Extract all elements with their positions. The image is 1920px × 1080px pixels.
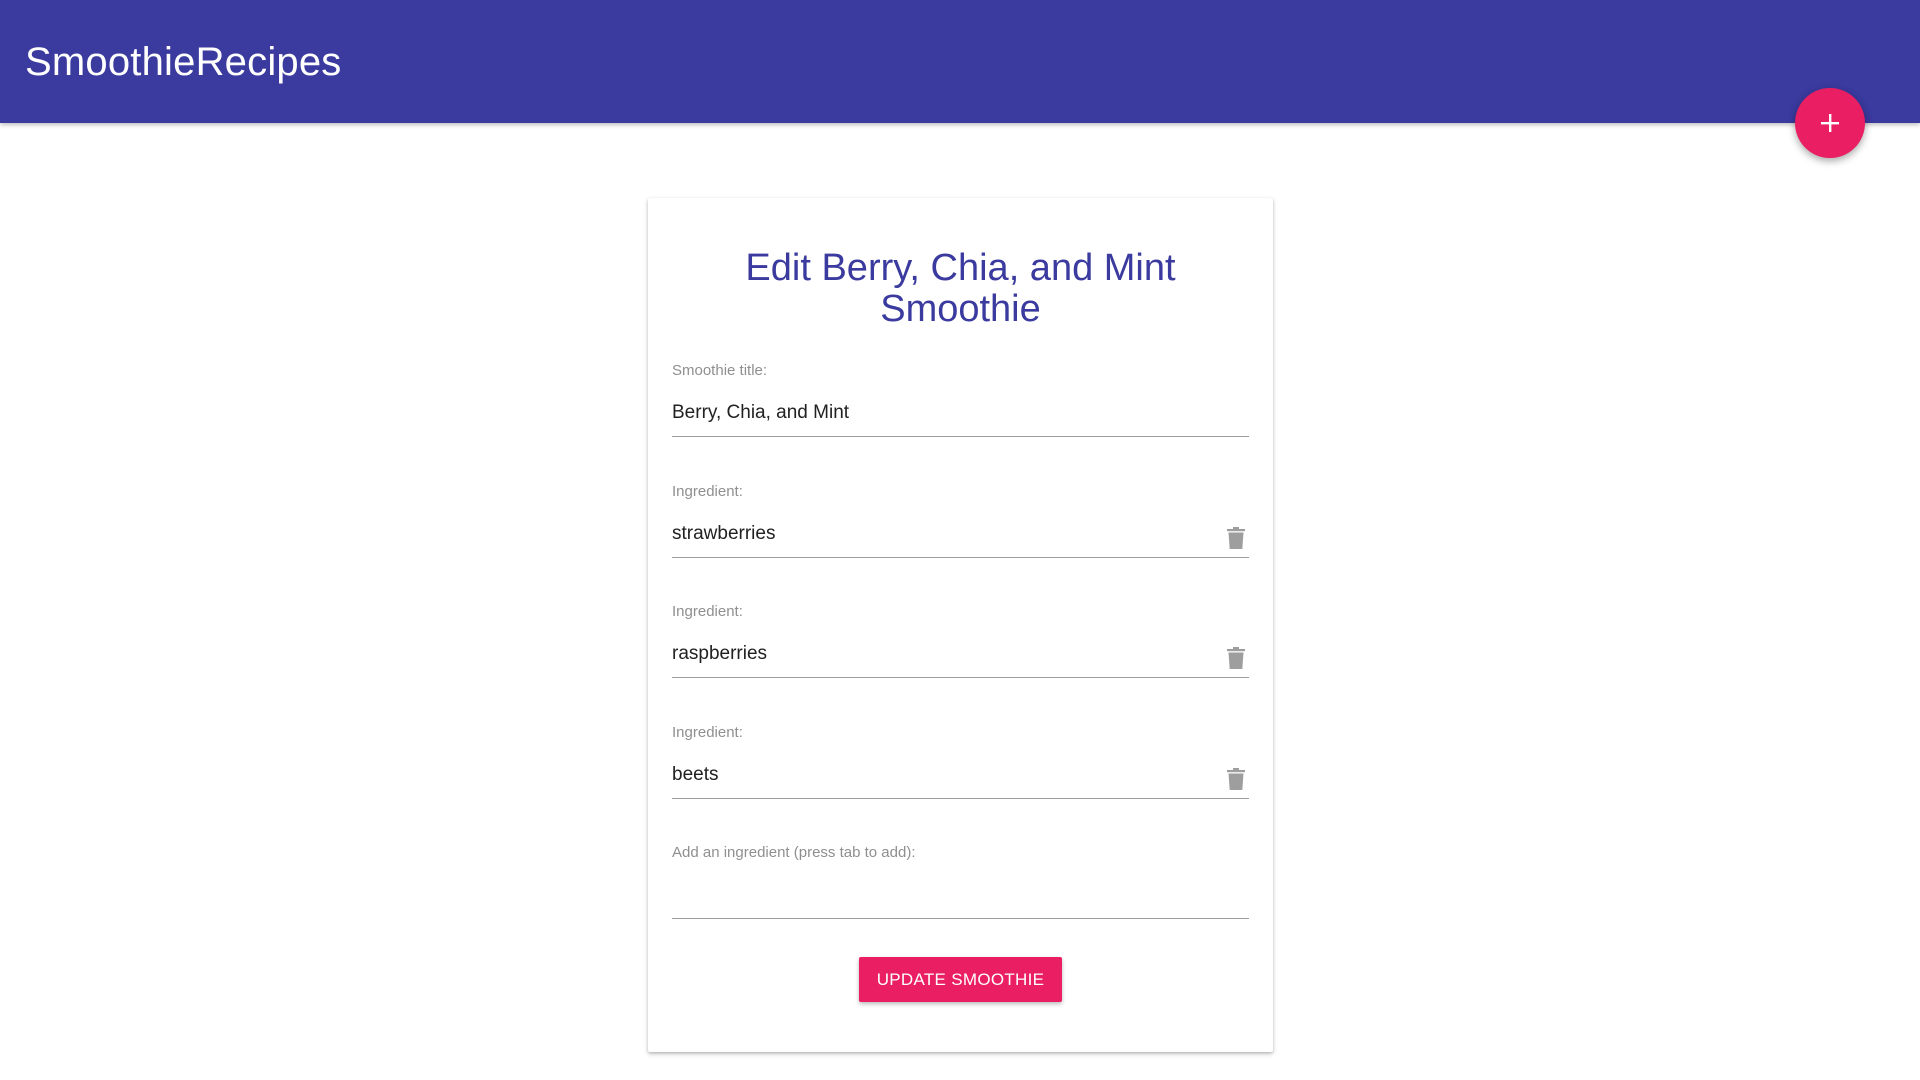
trash-icon[interactable] <box>1227 768 1245 790</box>
plus-icon <box>1821 114 1839 132</box>
ingredient-input[interactable] <box>672 510 1249 558</box>
add-smoothie-button[interactable] <box>1795 88 1865 158</box>
top-navbar: SmoothieRecipes <box>0 0 1920 123</box>
add-ingredient-label: Add an ingredient (press tab to add): <box>672 844 916 861</box>
brand-title[interactable]: SmoothieRecipes <box>25 38 342 86</box>
add-ingredient-input[interactable] <box>672 871 1249 919</box>
ingredient-label: Ingredient: <box>672 483 743 500</box>
edit-smoothie-card: Edit Berry, Chia, and Mint Smoothie Smoo… <box>648 198 1273 1052</box>
ingredient-input[interactable] <box>672 630 1249 678</box>
ingredient-label: Ingredient: <box>672 724 743 741</box>
trash-icon[interactable] <box>1227 647 1245 669</box>
page-title: Edit Berry, Chia, and Mint Smoothie <box>745 247 1176 330</box>
smoothie-title-label: Smoothie title: <box>672 362 768 379</box>
ingredient-label: Ingredient: <box>672 603 743 620</box>
trash-icon[interactable] <box>1227 527 1245 549</box>
ingredient-input[interactable] <box>672 751 1249 799</box>
update-smoothie-button[interactable]: UPDATE SMOOTHIE <box>859 957 1062 1002</box>
smoothie-title-input[interactable] <box>672 389 1249 437</box>
